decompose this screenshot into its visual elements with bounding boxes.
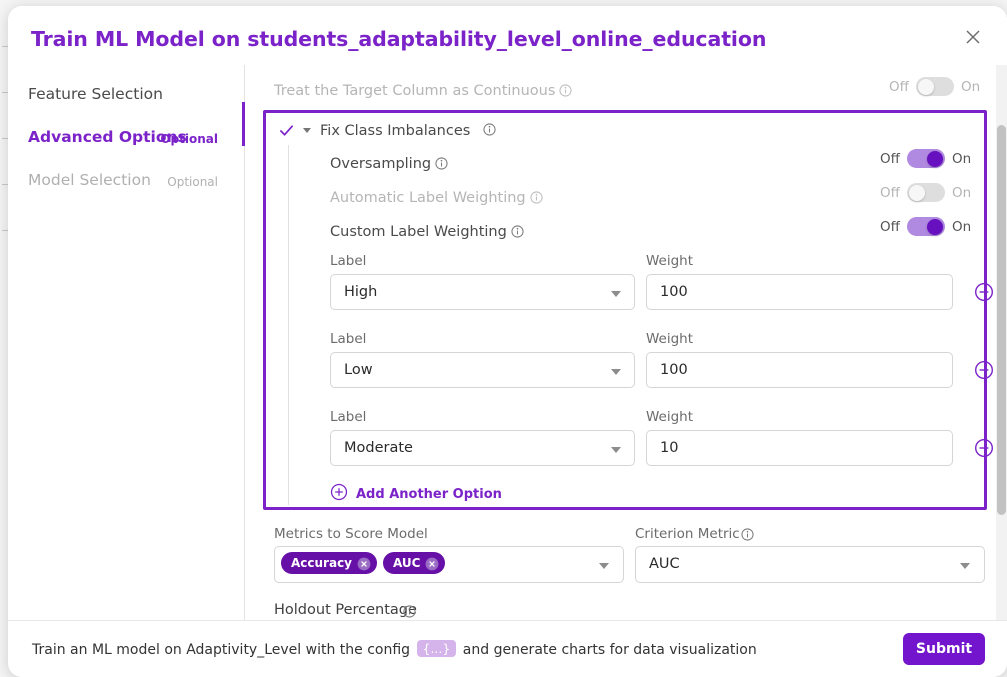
- toggle-off-label: Off: [880, 150, 900, 167]
- toggle-switch[interactable]: [906, 149, 945, 168]
- weight-input-value: 100: [660, 362, 688, 378]
- target-continuous-row: Treat the Target Column as Continuous: [274, 80, 974, 108]
- remove-option-icon[interactable]: [974, 282, 994, 302]
- info-icon[interactable]: [741, 526, 754, 545]
- automatic-label-weighting-toggle[interactable]: Off On: [880, 183, 971, 202]
- label-select[interactable]: Moderate: [330, 430, 635, 466]
- label-select[interactable]: High: [330, 274, 635, 310]
- chevron-down-icon[interactable]: [303, 128, 311, 133]
- label-select-value: Moderate: [344, 440, 413, 456]
- toggle-switch[interactable]: [906, 183, 945, 202]
- weight-input[interactable]: 100: [646, 352, 953, 388]
- metric-chip[interactable]: AUC: [383, 552, 446, 574]
- metric-chip-label: AUC: [393, 556, 421, 570]
- target-continuous-label: Treat the Target Column as Continuous: [274, 83, 556, 99]
- automatic-label-weighting-label: Automatic Label Weighting: [330, 190, 526, 206]
- dialog-sidebar: Feature Selection Advanced Options Optio…: [8, 65, 245, 621]
- info-icon[interactable]: [483, 121, 496, 140]
- sidebar-item-feature-selection[interactable]: Feature Selection: [8, 75, 244, 115]
- fix-class-imbalances-panel: Fix Class Imbalances Oversampling Off On…: [263, 110, 994, 510]
- weight-input-value: 10: [660, 440, 679, 456]
- weight-input[interactable]: 10: [646, 430, 953, 466]
- group-title: Fix Class Imbalances: [320, 122, 471, 139]
- toggle-off-label: Off: [889, 78, 909, 95]
- label-select[interactable]: Low: [330, 352, 635, 388]
- metric-chip-list: Accuracy AUC: [281, 552, 446, 574]
- toggle-switch[interactable]: [906, 217, 945, 236]
- chevron-down-icon: [611, 291, 621, 297]
- weight-field-header: Weight: [646, 409, 694, 425]
- sidebar-item-badge: Optional: [167, 175, 218, 189]
- metrics-to-score-label: Metrics to Score Model: [274, 526, 428, 542]
- toggle-off-label: Off: [880, 218, 900, 235]
- close-icon[interactable]: [965, 29, 981, 45]
- add-another-option-label: Add Another Option: [356, 486, 502, 502]
- dialog-content: Treat the Target Column as Continuous Of…: [245, 65, 1007, 621]
- add-another-option-button[interactable]: Add Another Option: [330, 483, 502, 505]
- weight-input-value: 100: [660, 284, 688, 300]
- dialog-footer: Train an ML model on Adaptivity_Level wi…: [8, 620, 1007, 677]
- dialog-header: Train ML Model on students_adaptability_…: [8, 6, 1007, 66]
- remove-option-icon[interactable]: [974, 438, 994, 458]
- weight-input[interactable]: 100: [646, 274, 953, 310]
- page-title: Train ML Model on students_adaptability_…: [31, 27, 767, 51]
- checkmark-icon: [279, 123, 294, 138]
- sidebar-item-badge: Optional: [160, 132, 218, 146]
- footer-description: Train an ML model on Adaptivity_Level wi…: [32, 640, 757, 658]
- custom-label-weighting-label: Custom Label Weighting: [330, 224, 507, 240]
- submit-button[interactable]: Submit: [903, 633, 985, 665]
- criterion-metric-select[interactable]: AUC: [635, 546, 985, 583]
- criterion-metric-value: AUC: [649, 556, 680, 572]
- info-icon[interactable]: [530, 189, 543, 208]
- footer-text-after: and generate charts for data visualizati…: [462, 642, 757, 658]
- sidebar-item-label: Feature Selection: [28, 85, 163, 103]
- label-field-header: Label: [330, 409, 367, 425]
- toggle-switch[interactable]: [915, 77, 954, 96]
- remove-option-icon[interactable]: [974, 360, 994, 380]
- sidebar-item-model-selection[interactable]: Model Selection Optional: [8, 161, 244, 201]
- footer-text-before: Train an ML model on Adaptivity_Level wi…: [32, 642, 411, 658]
- metric-chip-label: Accuracy: [291, 556, 353, 570]
- oversampling-label: Oversampling: [330, 156, 432, 172]
- custom-label-weighting-toggle[interactable]: Off On: [880, 217, 971, 236]
- toggle-off-label: Off: [880, 184, 900, 201]
- label-field-header: Label: [330, 331, 367, 347]
- sidebar-item-label: Model Selection: [28, 171, 151, 189]
- config-badge[interactable]: {...}: [416, 640, 457, 657]
- criterion-metric-label: Criterion Metric: [635, 526, 740, 542]
- sidebar-item-advanced-options[interactable]: Advanced Options Optional: [8, 118, 244, 158]
- group-guide-line: [288, 145, 289, 505]
- chevron-down-icon: [611, 447, 621, 453]
- weight-field-header: Weight: [646, 253, 694, 269]
- toggle-on-label: On: [960, 78, 981, 95]
- remove-chip-icon[interactable]: [357, 556, 371, 571]
- plus-circle-icon: [330, 483, 348, 505]
- oversampling-toggle[interactable]: Off On: [880, 149, 971, 168]
- weight-field-header: Weight: [646, 331, 694, 347]
- target-continuous-toggle[interactable]: Off On: [889, 77, 980, 96]
- label-field-header: Label: [330, 253, 367, 269]
- train-ml-model-dialog: Train ML Model on students_adaptability_…: [8, 6, 1007, 677]
- info-icon[interactable]: [511, 223, 524, 242]
- content-scrollbar-track[interactable]: [996, 65, 1007, 621]
- fix-class-imbalances-header: Fix Class Imbalances: [279, 121, 496, 140]
- content-scrollbar-thumb[interactable]: [997, 125, 1006, 515]
- info-icon[interactable]: [403, 603, 416, 621]
- toggle-on-label: On: [951, 184, 972, 201]
- toggle-on-label: On: [951, 218, 972, 235]
- chevron-down-icon: [611, 369, 621, 375]
- metrics-multiselect[interactable]: Accuracy AUC: [274, 546, 624, 583]
- chevron-down-icon: [599, 563, 609, 569]
- label-select-value: High: [344, 284, 378, 300]
- info-icon[interactable]: [559, 82, 573, 101]
- chevron-down-icon: [960, 563, 970, 569]
- holdout-percentage-label: Holdout Percentage: [274, 602, 417, 618]
- info-icon[interactable]: [435, 155, 448, 174]
- label-select-value: Low: [344, 362, 373, 378]
- metric-chip[interactable]: Accuracy: [281, 552, 378, 574]
- remove-chip-icon[interactable]: [425, 556, 439, 571]
- toggle-on-label: On: [951, 150, 972, 167]
